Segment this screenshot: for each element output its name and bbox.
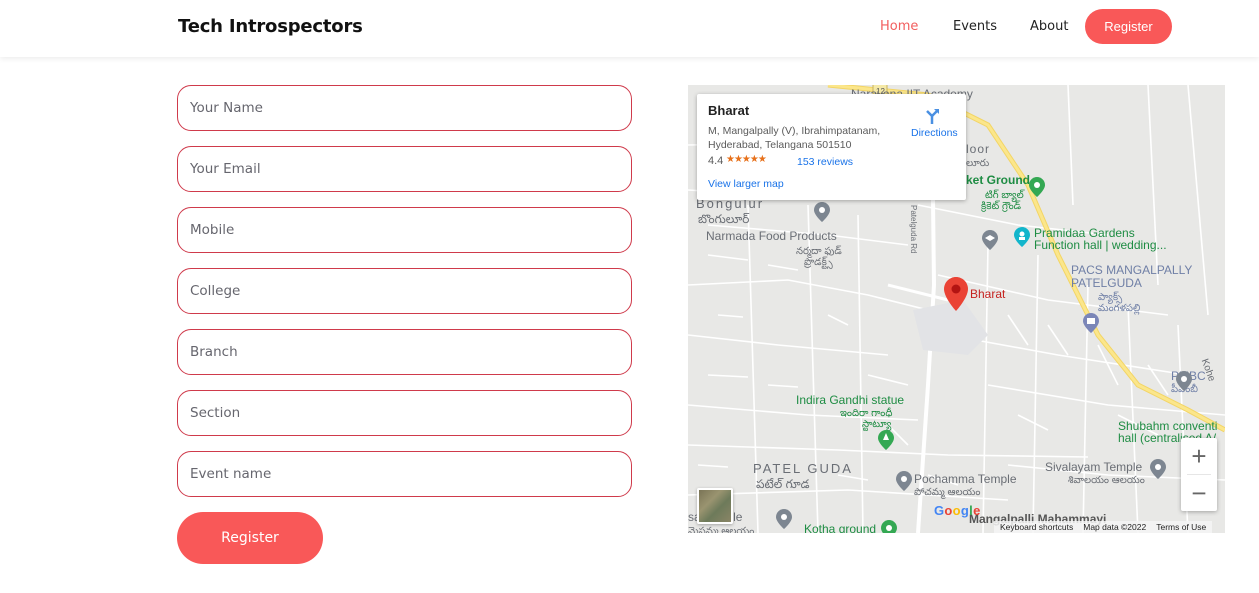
directions-link[interactable]: Directions xyxy=(911,127,958,139)
map-label-patelguda-rd: Patelguda Rd xyxy=(909,205,918,254)
register-submit-button[interactable]: Register xyxy=(177,512,323,564)
school-pin-icon[interactable] xyxy=(982,230,998,250)
sivalayam-temple-pin-icon[interactable] xyxy=(1150,459,1166,479)
zoom-out-button[interactable]: − xyxy=(1181,475,1217,511)
college-input[interactable] xyxy=(177,268,632,314)
narmada-pin-icon[interactable] xyxy=(814,202,830,222)
left-temple-pin-icon[interactable] xyxy=(776,509,792,529)
view-larger-map-link[interactable]: View larger map xyxy=(708,178,784,190)
map-label-narmada: Narmada Food Products xyxy=(706,229,837,243)
terms-of-use-link[interactable]: Terms of Use xyxy=(1156,522,1206,532)
nav-about[interactable]: About xyxy=(1030,19,1068,34)
nav-events[interactable]: Events xyxy=(953,19,997,34)
mobile-input[interactable] xyxy=(177,207,632,253)
branch-input[interactable] xyxy=(177,329,632,375)
place-info-card: Bharat M, Mangalpally (V), Ibrahimpatana… xyxy=(697,94,966,200)
bharat-location-pin-icon[interactable] xyxy=(944,277,968,311)
nav-register-button[interactable]: Register xyxy=(1085,9,1172,44)
map-label-kotha: Kotha ground xyxy=(804,522,877,534)
google-logo: Google xyxy=(934,503,981,518)
map-label-patel-guda: PATEL GUDA xyxy=(753,461,853,476)
keyboard-shortcuts-link[interactable]: Keyboard shortcuts xyxy=(1000,522,1073,532)
place-address: M, Mangalpally (V), Ibrahimpatanam, Hyde… xyxy=(708,125,881,151)
map-label-bongulur-te: బొంగులూర్ xyxy=(698,212,750,226)
function-hall-pin-icon[interactable] xyxy=(1014,227,1030,247)
cricket-ground-pin-icon[interactable] xyxy=(1029,177,1045,197)
brand-logo[interactable]: Tech Introspectors xyxy=(178,16,363,37)
nav-home[interactable]: Home xyxy=(880,19,918,34)
map-label-patel-guda-te: పటేల్ గూడ xyxy=(756,477,810,491)
embedded-map[interactable]: 12 Narayana IIT Academy loor లూరు ket Gr… xyxy=(688,85,1225,533)
satellite-toggle-thumbnail[interactable] xyxy=(697,488,733,524)
statue-pin-icon[interactable] xyxy=(878,430,894,450)
map-label-pramidaa2: Function hall | wedding... xyxy=(1034,238,1167,252)
map-label-bharat: Bharat xyxy=(970,287,1006,301)
map-label-sivalayam: Sivalayam Temple xyxy=(1045,460,1143,474)
place-rating: 4.4 xyxy=(708,155,724,167)
map-label-narmada-te2: ప్రొడక్ట్స్ xyxy=(804,257,833,268)
zoom-in-button[interactable]: + xyxy=(1181,438,1217,474)
map-label-cricket-te2: క్రికెట్ గ్రౌండ్ xyxy=(981,201,1022,212)
pochamma-temple-pin-icon[interactable] xyxy=(896,471,912,491)
map-label-loor-te: లూరు xyxy=(966,158,990,169)
map-label-pochamma-te: పోచమ్మ ఆలయం xyxy=(914,487,981,498)
event-name-input[interactable] xyxy=(177,451,632,497)
section-input[interactable] xyxy=(177,390,632,436)
email-input[interactable] xyxy=(177,146,632,192)
rating-stars-icon: ★★★★★ xyxy=(726,154,767,165)
directions-icon[interactable] xyxy=(923,107,941,125)
kotha-ground-pin-icon[interactable] xyxy=(881,520,897,533)
map-label-pacs-te2: మంగళపల్లి xyxy=(1098,303,1141,314)
map-label-sivalayam-te: శివాలయం ఆలయం xyxy=(1068,475,1145,486)
reviews-link[interactable]: 153 reviews xyxy=(797,156,853,168)
map-label-pacs2: PATELGUDA xyxy=(1071,276,1142,290)
name-input[interactable] xyxy=(177,85,632,131)
pacs-pin-icon[interactable] xyxy=(1083,313,1099,333)
map-data-text: Map data ©2022 xyxy=(1083,522,1147,532)
place-title: Bharat xyxy=(708,103,750,118)
map-label-indira: Indira Gandhi statue xyxy=(796,393,905,407)
zoom-controls: + − xyxy=(1181,438,1217,511)
pmbc-pin-icon[interactable] xyxy=(1176,371,1192,391)
top-navbar: Tech Introspectors Home Events About Reg… xyxy=(0,0,1259,57)
map-label-cricket: ket Ground xyxy=(966,173,1031,187)
map-label-pochamma: Pochamma Temple xyxy=(914,472,1017,486)
map-label-loor: loor xyxy=(966,142,991,156)
map-attribution: Keyboard shortcuts Map data ©2022 Terms … xyxy=(994,521,1213,533)
map-label-temple-left-te: మైసమ్మ ఆలయం xyxy=(688,526,755,533)
